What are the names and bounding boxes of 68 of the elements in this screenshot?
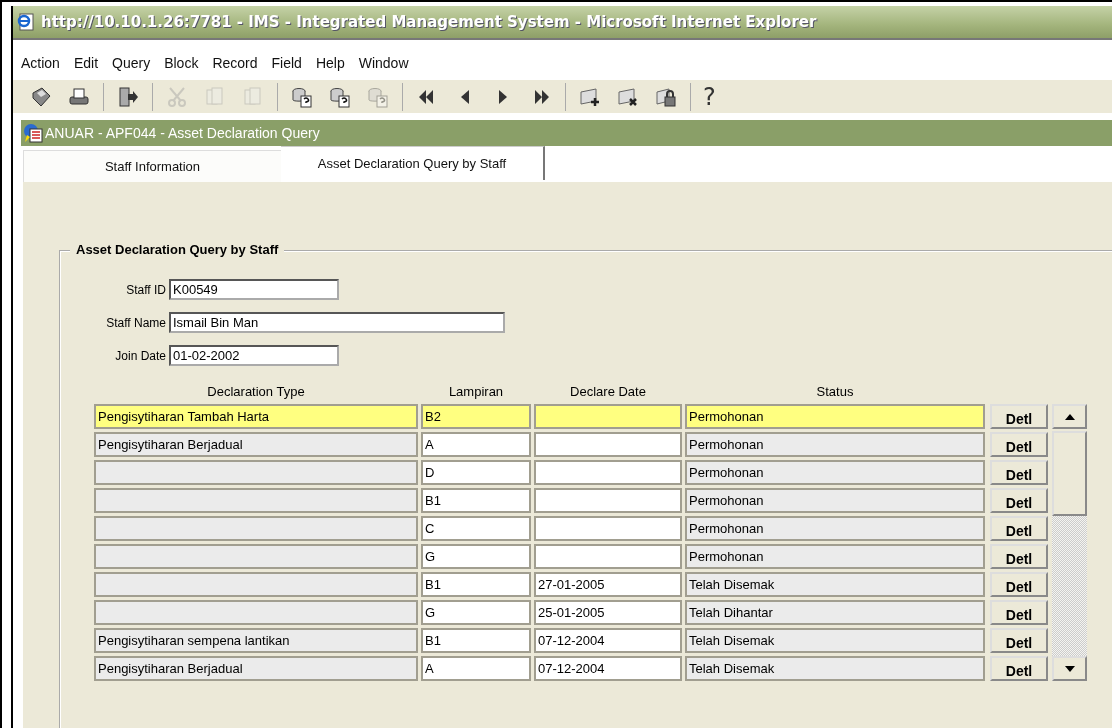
detail-button[interactable]: Detl [990, 544, 1048, 569]
detail-button[interactable]: Detl [990, 516, 1048, 541]
browser-icon [17, 13, 35, 31]
text-field[interactable]: 01-02-2002 [169, 345, 339, 366]
scroll-down-icon [1064, 665, 1075, 672]
table-cell: G [421, 600, 531, 625]
detail-button[interactable]: Detl [990, 488, 1048, 513]
table-cell: Permohonan [685, 404, 985, 429]
table-cell: 07-12-2004 [534, 628, 682, 653]
column-header: Declare Date [569, 384, 647, 401]
detail-button[interactable]: Detl [990, 628, 1048, 653]
tab[interactable]: Staff Information [23, 150, 281, 182]
detail-button[interactable]: Detl [990, 656, 1048, 681]
table-cell: Pengisytiharan Berjadual [94, 656, 418, 681]
table-cell: G [421, 544, 531, 569]
table-cell: B1 [421, 628, 531, 653]
table-cell: C [421, 516, 531, 541]
table-cell: 27-01-2005 [534, 572, 682, 597]
menu-item[interactable]: Action [21, 55, 60, 71]
table-cell: Permohonan [685, 516, 985, 541]
menu-item[interactable]: Help [315, 55, 345, 71]
table-cell: Permohonan [685, 432, 985, 457]
column-header: Lampiran [447, 384, 505, 401]
table-cell: A [421, 432, 531, 457]
table-cell: 07-12-2004 [534, 656, 682, 681]
scrollbar[interactable] [1052, 404, 1087, 681]
column-header: Declaration Type [206, 384, 306, 401]
table-cell: Telah Disemak [685, 628, 985, 653]
table-cell: Permohonan [685, 544, 985, 569]
detail-button[interactable]: Detl [990, 600, 1048, 625]
menu-item[interactable]: Query [112, 55, 151, 71]
detail-button[interactable]: Detl [990, 572, 1048, 597]
form-title: ANUAR - APF044 - Asset Declaration Query [45, 125, 320, 141]
table-cell: Pengisytiharan sempena lantikan [94, 628, 418, 653]
table-cell: Telah Disemak [685, 572, 985, 597]
scroll-up-icon [1064, 413, 1075, 420]
door-exit-icon[interactable] [116, 84, 140, 109]
window-title: http://10.10.1.26:7781 - IMS - Integrated Management System - Microsoft Internet Explorer [41, 13, 817, 31]
table-cell: Pengisytiharan Tambah Harta [94, 404, 418, 429]
help-button[interactable]: ? [697, 82, 722, 111]
menu-item[interactable]: Record [212, 55, 258, 71]
table-cell: Permohonan [685, 488, 985, 513]
text-field[interactable]: K00549 [169, 279, 339, 300]
table-cell: B1 [421, 572, 531, 597]
column-header: Status [815, 384, 855, 401]
detail-button[interactable]: Detl [990, 404, 1048, 429]
detail-button[interactable]: Detl [990, 460, 1048, 485]
table-cell: B2 [421, 404, 531, 429]
detail-button[interactable]: Detl [990, 432, 1048, 457]
table-cell: A [421, 656, 531, 681]
field-label: Staff ID [125, 282, 166, 297]
menu-item[interactable]: Edit [73, 55, 99, 71]
menu-item[interactable]: Field [271, 55, 302, 71]
tab[interactable]: Asset Declaration Query by Staff [281, 146, 545, 180]
table-cell: 25-01-2005 [534, 600, 682, 625]
table-cell: Pengisytiharan Berjadual [94, 432, 418, 457]
form-icon [23, 123, 43, 143]
table-cell: Permohonan [685, 460, 985, 485]
field-label: Join Date [114, 348, 166, 363]
section-title: Asset Declaration Query by Staff [70, 242, 285, 257]
menu-item[interactable]: Block [164, 55, 199, 71]
table-cell: B1 [421, 488, 531, 513]
table-cell: D [421, 460, 531, 485]
table-cell: Telah Disemak [685, 656, 985, 681]
field-label: Staff Name [105, 315, 166, 330]
table-cell: Telah Dihantar [685, 600, 985, 625]
text-field[interactable]: Ismail Bin Man [169, 312, 505, 333]
menu-item[interactable]: Window [358, 55, 409, 71]
